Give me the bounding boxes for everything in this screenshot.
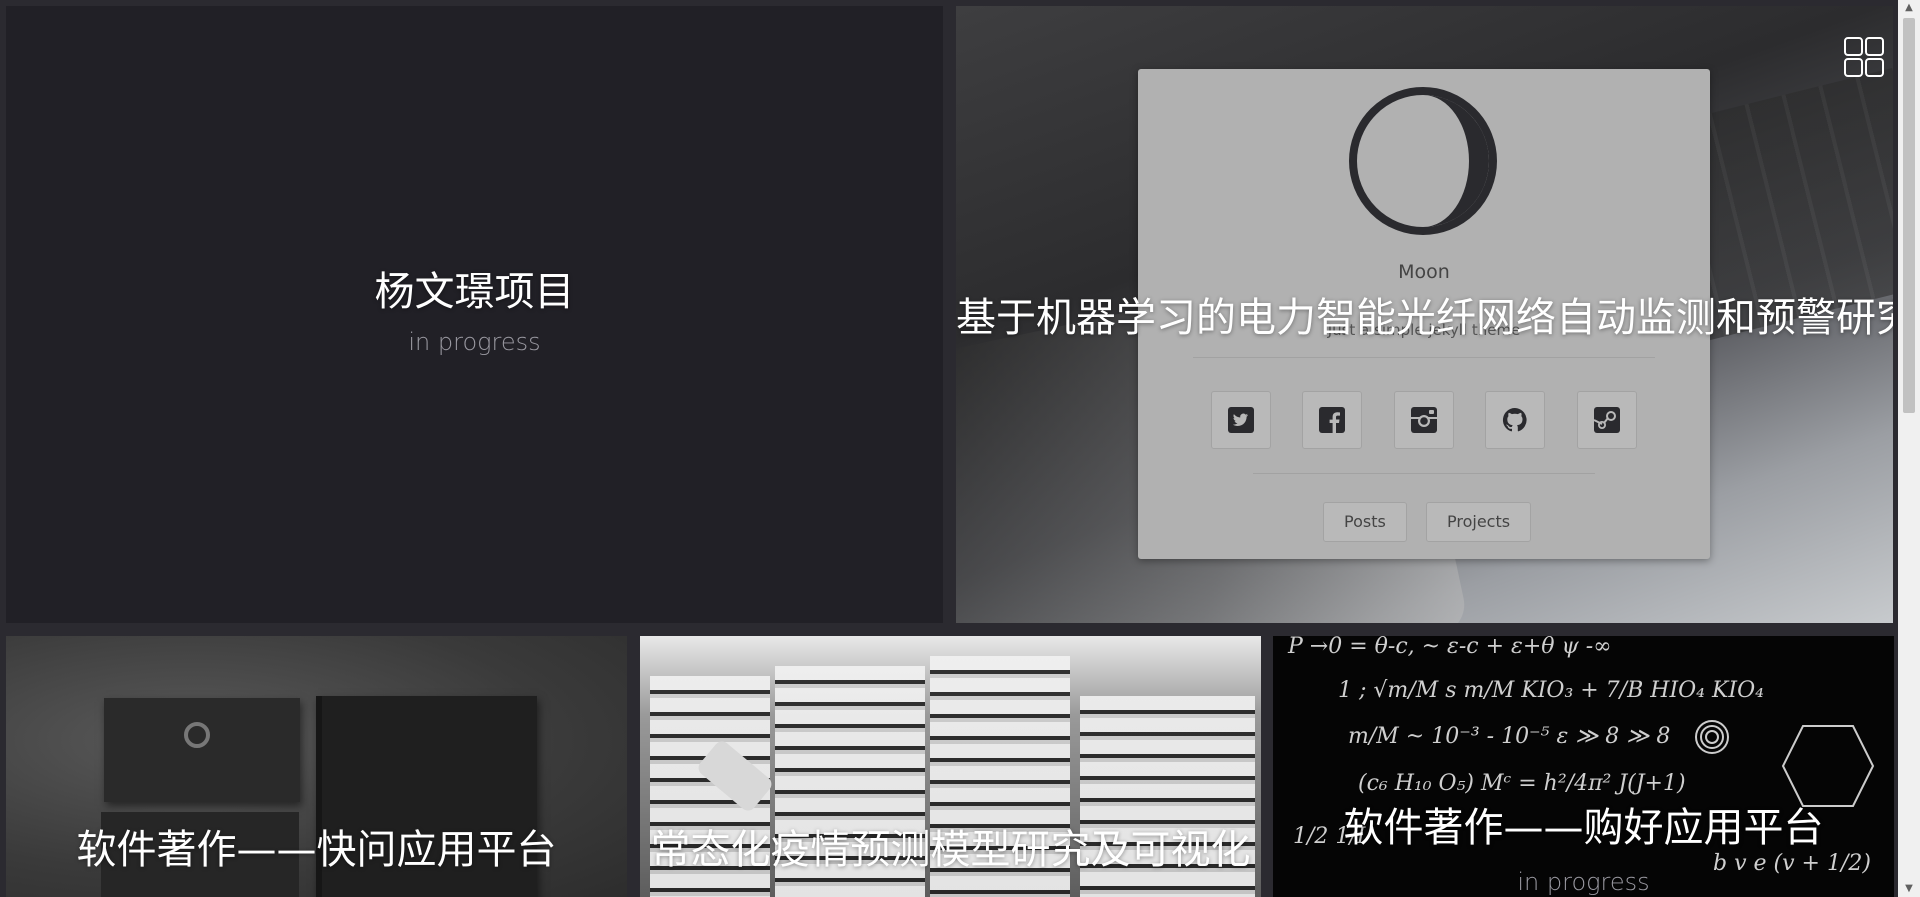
project-tile-2[interactable]: Moon Just a simple jekyll theme Posts Pr…	[956, 6, 1893, 623]
moon-avatar-icon	[1349, 87, 1497, 235]
hexagon-molecule-icon	[1781, 725, 1875, 807]
project-title: 软件著作——购好应用平台	[1343, 805, 1824, 851]
divider	[1193, 357, 1655, 358]
project-title: 常态化疫情预测模型研究及可视化	[650, 827, 1251, 873]
projects-button[interactable]: Projects	[1426, 502, 1532, 542]
notebook-image	[104, 698, 300, 802]
project-title: 软件著作——快问应用平台	[76, 827, 557, 873]
profile-name: Moon	[1398, 261, 1450, 283]
steam-icon	[1593, 407, 1620, 433]
chalk-formula: m/M ~ 10⁻³ - 10⁻⁵ ε ≫ 8 ≫ 8	[1348, 724, 1671, 749]
divider	[1253, 473, 1595, 474]
github-icon	[1502, 407, 1527, 432]
spiral-doodle-icon	[1695, 720, 1729, 754]
chalk-formula: P →0 = θ-c, ~ ε-c + ε+θ ψ -∞	[1288, 636, 1612, 659]
scroll-down-arrow-icon[interactable]: ▼	[1898, 881, 1920, 897]
vertical-scrollbar[interactable]: ▲ ▼	[1898, 0, 1920, 897]
project-title: 基于机器学习的电力智能光纤网络自动监测和预警研究	[956, 295, 1893, 341]
project-status: in progress	[408, 328, 541, 356]
github-button[interactable]	[1485, 391, 1545, 449]
chalk-formula: 1 ; √m/M s m/M KIO₃ + 7/B HIO₄ KIO₄	[1338, 678, 1764, 703]
project-tile-5[interactable]: P →0 = θ-c, ~ ε-c + ε+θ ψ -∞ 1 ; √m/M s …	[1273, 636, 1894, 897]
grid-menu-icon[interactable]	[1843, 36, 1885, 78]
project-tile-3[interactable]: 软件著作——快问应用平台	[6, 636, 627, 897]
scrollbar-thumb[interactable]	[1903, 18, 1915, 413]
ring-image	[184, 722, 210, 748]
chalk-formula: (c₆ H₁₀ O₅) Mᶜ = h²/4π² J(J+1)	[1358, 771, 1686, 796]
twitter-icon	[1228, 407, 1254, 433]
steam-button[interactable]	[1577, 391, 1637, 449]
scroll-up-arrow-icon[interactable]: ▲	[1898, 0, 1920, 16]
project-status: in progress	[1517, 868, 1650, 896]
instagram-icon	[1411, 407, 1437, 433]
facebook-button[interactable]	[1302, 391, 1362, 449]
posts-button[interactable]: Posts	[1323, 502, 1407, 542]
project-tile-4[interactable]: 常态化疫情预测模型研究及可视化	[640, 636, 1261, 897]
facebook-icon	[1319, 407, 1345, 433]
project-title: 杨文璟项目	[374, 269, 575, 315]
project-tile-1[interactable]: 杨文璟项目 in progress	[6, 6, 943, 623]
twitter-button[interactable]	[1211, 391, 1271, 449]
instagram-button[interactable]	[1394, 391, 1454, 449]
